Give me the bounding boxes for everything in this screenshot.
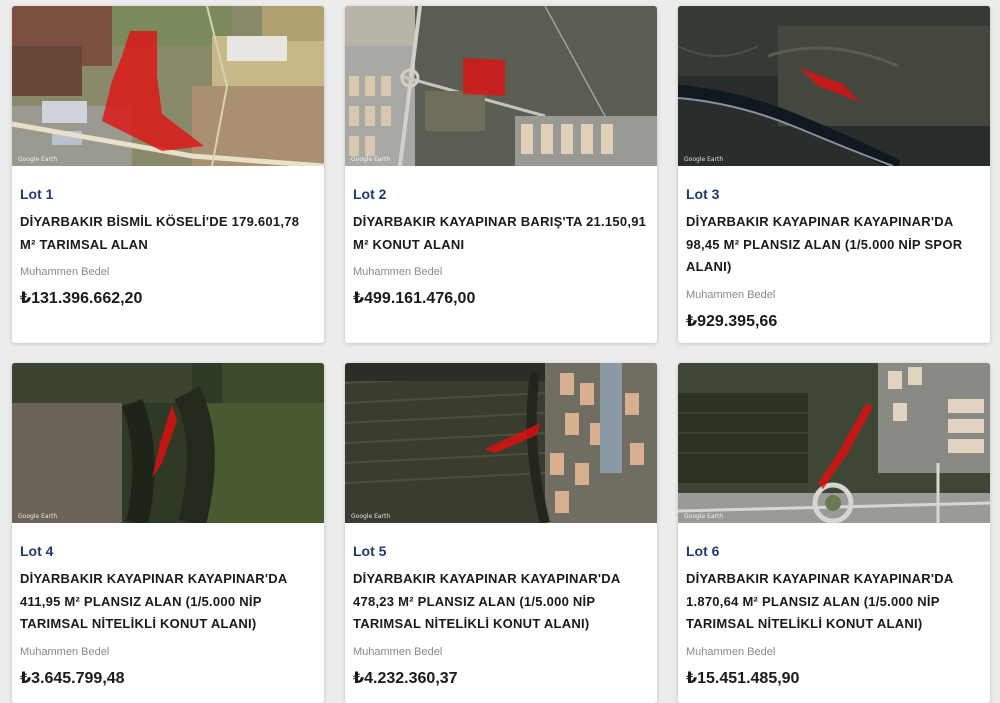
svg-text:Google Earth: Google Earth xyxy=(351,513,390,520)
satellite-thumbnail[interactable]: Google Earth xyxy=(678,363,990,523)
lot-number: Lot 3 xyxy=(686,186,720,202)
lot-price: ₺131.396.662,20 xyxy=(20,290,143,307)
lot-card[interactable]: Google Earth Lot 3 DİYARBAKIR KAYAPINAR … xyxy=(678,6,990,343)
satellite-thumbnail[interactable]: Google Earth xyxy=(345,6,657,166)
lot-number: Lot 4 xyxy=(20,543,54,559)
lot-title[interactable]: DİYARBAKIR KAYAPINAR KAYAPINAR'DA 98,45 … xyxy=(686,211,982,279)
svg-text:Google Earth: Google Earth xyxy=(18,513,57,520)
svg-text:Google Earth: Google Earth xyxy=(684,156,723,163)
price-label: Muhammen Bedel xyxy=(20,645,110,658)
lot-title[interactable]: DİYARBAKIR BİSMİL KÖSELİ'DE 179.601,78 M… xyxy=(20,211,316,256)
price-label: Muhammen Bedel xyxy=(353,645,443,658)
price-label: Muhammen Bedel xyxy=(353,266,443,278)
lot-card[interactable]: Google Earth Lot 4 DİYARBAKIR KAYAPINAR … xyxy=(12,363,324,703)
satellite-map-image: Google Earth xyxy=(345,363,657,523)
lot-card[interactable]: Google Earth Lot 5 DİYARBAKIR KAYAPINAR … xyxy=(345,363,657,703)
lot-number: Lot 5 xyxy=(353,543,387,559)
lot-title[interactable]: DİYARBAKIR KAYAPINAR KAYAPINAR'DA 478,23… xyxy=(353,568,649,636)
lot-card[interactable]: Google Earth Lot 6 DİYARBAKIR KAYAPINAR … xyxy=(678,363,990,703)
satellite-thumbnail[interactable]: Google Earth xyxy=(678,6,990,166)
lot-number: Lot 6 xyxy=(686,543,720,559)
satellite-thumbnail[interactable]: Google Earth xyxy=(12,363,324,523)
satellite-map-image: Google Earth xyxy=(678,6,990,166)
satellite-map-image: Google Earth xyxy=(12,6,324,166)
satellite-thumbnail[interactable]: Google Earth xyxy=(345,363,657,523)
price-label: Muhammen Bedel xyxy=(20,266,110,278)
lot-number: Lot 2 xyxy=(353,186,387,202)
lot-grid: Google Earth Lot 1 DİYARBAKIR BİSMİL KÖS… xyxy=(0,0,1000,703)
svg-text:Google Earth: Google Earth xyxy=(351,156,390,163)
price-label: Muhammen Bedel xyxy=(686,645,776,658)
lot-card[interactable]: Google Earth Lot 2 DİYARBAKIR KAYAPINAR … xyxy=(345,6,657,343)
lot-title[interactable]: DİYARBAKIR KAYAPINAR KAYAPINAR'DA 1.870,… xyxy=(686,568,982,636)
lot-number: Lot 1 xyxy=(20,186,54,202)
lot-price: ₺4.232.360,37 xyxy=(353,669,458,687)
lot-price: ₺499.161.476,00 xyxy=(353,290,476,307)
svg-text:Google Earth: Google Earth xyxy=(684,513,723,520)
lot-card[interactable]: Google Earth Lot 1 DİYARBAKIR BİSMİL KÖS… xyxy=(12,6,324,343)
price-label: Muhammen Bedel xyxy=(686,288,776,301)
satellite-thumbnail[interactable]: Google Earth xyxy=(12,6,324,166)
lot-price: ₺3.645.799,48 xyxy=(20,669,125,687)
lot-price: ₺929.395,66 xyxy=(686,312,778,330)
satellite-map-image: Google Earth xyxy=(345,6,657,166)
svg-text:Google Earth: Google Earth xyxy=(18,156,57,163)
lot-title[interactable]: DİYARBAKIR KAYAPINAR BARIŞ'TA 21.150,91 … xyxy=(353,211,649,256)
lot-price: ₺15.451.485,90 xyxy=(686,669,800,687)
satellite-map-image: Google Earth xyxy=(678,363,990,523)
satellite-map-image: Google Earth xyxy=(12,363,324,523)
lot-title[interactable]: DİYARBAKIR KAYAPINAR KAYAPINAR'DA 411,95… xyxy=(20,568,316,636)
